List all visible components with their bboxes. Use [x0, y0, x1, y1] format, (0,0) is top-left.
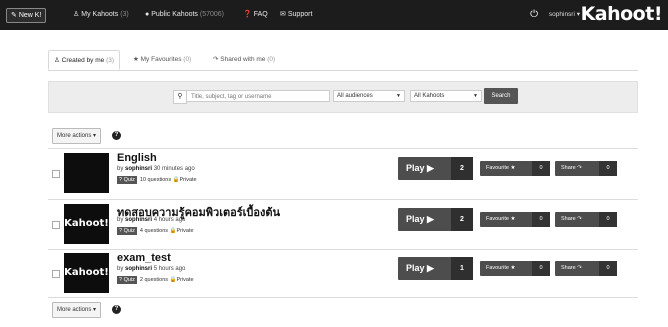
- search-button[interactable]: Search: [484, 88, 518, 104]
- kahoot-meta: ? Quiz 4 questions 🔒Private: [117, 227, 194, 235]
- nav-faq[interactable]: ❓ FAQ: [243, 0, 268, 30]
- share-icon: ↷: [577, 265, 582, 271]
- nav-support[interactable]: ✉ Support: [280, 0, 312, 30]
- share-icon: ↷: [577, 216, 582, 222]
- favourite-count: 0: [532, 161, 550, 176]
- share-button[interactable]: Share ↷ 0: [555, 212, 617, 227]
- kahoot-byline: by sophinsri 4 hours ago: [117, 217, 186, 223]
- user-icon: ♙: [73, 11, 80, 18]
- play-button[interactable]: Play ▶ 1: [398, 257, 473, 280]
- play-count: 1: [451, 257, 473, 280]
- power-icon[interactable]: ⏻: [530, 0, 538, 30]
- help-icon: ❓: [243, 11, 252, 18]
- divider: [48, 199, 638, 200]
- favourite-button[interactable]: Favourite ★ 0: [480, 161, 550, 176]
- kahoot-row: Kahoot! exam_test by sophinsri 5 hours a…: [48, 250, 638, 298]
- more-actions-button[interactable]: More actions ▾: [52, 128, 102, 144]
- quiz-badge: ? Quiz: [117, 276, 137, 284]
- kahoot-row: Kahoot! ทดสอบความรู้คอมพิวเตอร์เบื้องต้น…: [48, 201, 638, 249]
- chat-icon: ✉: [280, 11, 286, 18]
- top-navbar: ✎ New K! ♙ My Kahoots (3) ● Public Kahoots…: [0, 0, 668, 30]
- favourite-button[interactable]: Favourite ★ 0: [480, 212, 550, 227]
- row-checkbox[interactable]: [52, 270, 60, 278]
- kahoot-meta: ? Quiz 2 questions 🔒Private: [117, 276, 194, 284]
- caret-down-icon: ▼: [396, 93, 401, 99]
- share-icon: ↷: [577, 165, 582, 171]
- user-icon: ♙: [54, 57, 62, 64]
- share-count: 0: [599, 161, 617, 176]
- help-icon[interactable]: ?: [112, 305, 121, 314]
- favourite-count: 0: [532, 261, 550, 276]
- tab-created-by-me[interactable]: ♙ Created by me (3): [48, 50, 121, 70]
- tab-shared-with-me[interactable]: ↷ Shared with me (0): [208, 50, 280, 70]
- kahoot-thumbnail[interactable]: Kahoot!: [64, 253, 109, 293]
- globe-icon: ●: [145, 11, 150, 18]
- nav-my-kahoots[interactable]: ♙ My Kahoots (3): [73, 0, 129, 30]
- row-checkbox[interactable]: [52, 221, 60, 229]
- tab-my-favourites[interactable]: ★ My Favourites (0): [128, 50, 196, 70]
- nav-public-kahoots[interactable]: ● Public Kahoots (57006): [145, 0, 224, 30]
- favourite-button[interactable]: Favourite ★ 0: [480, 261, 550, 276]
- kahoot-byline: by sophinsri 5 hours ago: [117, 266, 186, 272]
- divider: [48, 297, 638, 298]
- lock-icon: 🔒: [172, 177, 180, 183]
- star-icon: ★: [510, 165, 516, 171]
- user-menu[interactable]: sophinsri ▾: [549, 0, 580, 30]
- search-panel: ⚲ Title, subject, tag or username All au…: [48, 81, 638, 113]
- divider: [48, 148, 638, 149]
- more-actions-button[interactable]: More actions ▾: [52, 302, 102, 318]
- star-icon: ★: [133, 56, 141, 63]
- quiz-badge: ? Quiz: [117, 227, 137, 235]
- audience-select[interactable]: All audiences ▼: [333, 90, 405, 102]
- new-kahoot-button[interactable]: ✎ New K!: [6, 8, 47, 23]
- star-icon: ★: [510, 265, 516, 271]
- kahoot-meta: ? Quiz 10 questions 🔒Private: [117, 176, 197, 184]
- quiz-badge: ? Quiz: [117, 176, 137, 184]
- share-button[interactable]: Share ↷ 0: [555, 161, 617, 176]
- search-icon[interactable]: ⚲: [173, 90, 187, 104]
- favourite-count: 0: [532, 212, 550, 227]
- kahoot-row: English by sophinsri 30 minutes ago ? Qu…: [48, 150, 638, 198]
- kahoot-title[interactable]: English: [117, 152, 157, 164]
- share-button[interactable]: Share ↷ 0: [555, 261, 617, 276]
- kahoot-tabs: ♙ Created by me (3) ★ My Favourites (0) …: [48, 50, 638, 71]
- help-icon[interactable]: ?: [112, 131, 121, 140]
- kahoot-type-select[interactable]: All Kahoots ▼: [410, 90, 482, 102]
- share-count: 0: [599, 261, 617, 276]
- kahoot-byline: by sophinsri 30 minutes ago: [117, 166, 195, 172]
- kahoot-thumbnail[interactable]: Kahoot!: [64, 204, 109, 244]
- kahoot-thumbnail[interactable]: [64, 153, 109, 193]
- share-count: 0: [599, 212, 617, 227]
- play-count: 2: [451, 157, 473, 180]
- play-button[interactable]: Play ▶ 2: [398, 157, 473, 180]
- kahoot-logo: Kahoot!: [580, 3, 663, 25]
- row-checkbox[interactable]: [52, 170, 60, 178]
- play-button[interactable]: Play ▶ 2: [398, 208, 473, 231]
- kahoot-title[interactable]: exam_test: [117, 252, 171, 264]
- search-input[interactable]: Title, subject, tag or username: [186, 90, 330, 102]
- play-count: 2: [451, 208, 473, 231]
- star-icon: ★: [510, 216, 516, 222]
- edit-icon: ✎: [11, 12, 19, 19]
- caret-down-icon: ▼: [473, 93, 478, 99]
